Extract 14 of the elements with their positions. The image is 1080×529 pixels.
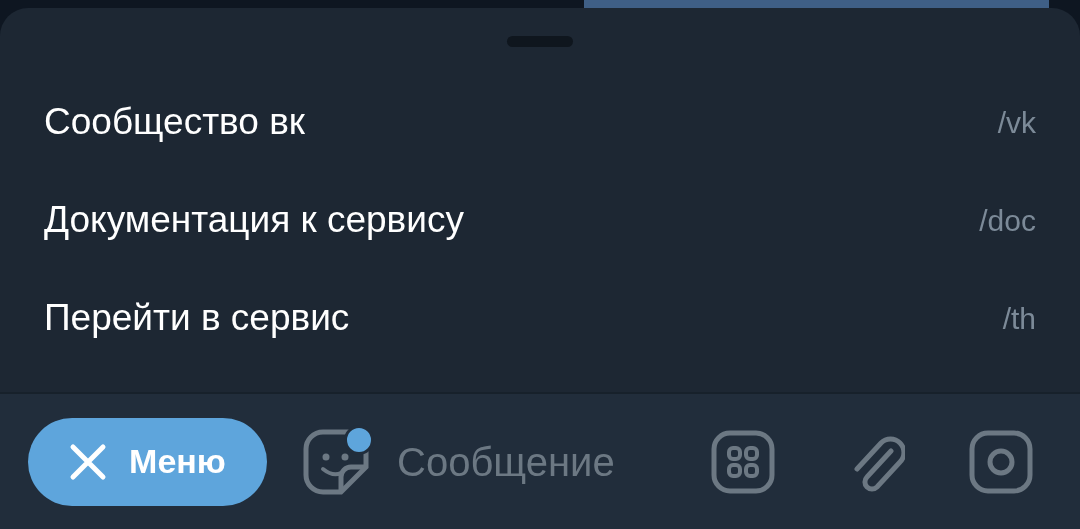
command-name: /th	[1002, 300, 1036, 337]
command-item[interactable]: Документация к сервису /doc	[0, 171, 1080, 269]
message-field[interactable]: Сообщение	[397, 431, 697, 492]
command-label: Перейти в сервис	[44, 296, 350, 341]
command-item[interactable]: Сообщество вк /vk	[0, 73, 1080, 171]
sticker-icon[interactable]	[303, 428, 369, 495]
close-icon	[69, 442, 108, 481]
command-name: /vk	[997, 104, 1036, 141]
command-item[interactable]: Перейти в сервис /th	[0, 269, 1080, 367]
command-label: Сообщество вк	[44, 100, 306, 145]
command-name: /doc	[979, 202, 1036, 239]
bot-commands-icon[interactable]	[711, 429, 775, 494]
command-label: Документация к сервису	[44, 198, 464, 243]
camera-icon[interactable]	[969, 429, 1033, 494]
